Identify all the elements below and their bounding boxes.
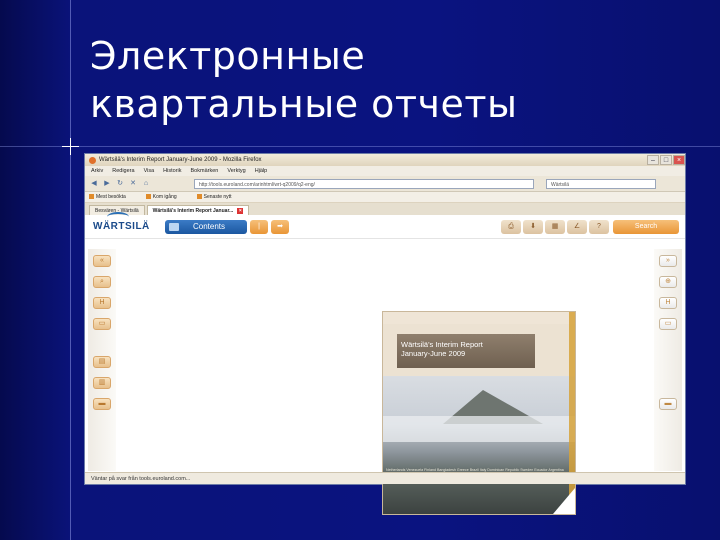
firefox-icon: [89, 156, 96, 164]
forward-arrow-icon[interactable]: ▶: [102, 179, 112, 189]
slide-title-line-2: квартальные отчеты: [90, 82, 518, 126]
zoom-icon[interactable]: ⌕: [93, 276, 111, 288]
page-number-button[interactable]: |: [250, 219, 268, 234]
comment-right-icon[interactable]: ▭: [659, 318, 677, 330]
bookmark-icon: [145, 194, 151, 200]
left-sidebar: « ⌕ H ▭ ▤ ▥ ▬: [88, 249, 116, 471]
menu-bar: Arkiv Redigera Visa Historik Bokmärken V…: [85, 166, 685, 176]
tab-close-icon[interactable]: ×: [237, 208, 244, 214]
fit-width-icon[interactable]: H: [659, 297, 677, 309]
comment-icon[interactable]: ▭: [93, 318, 111, 330]
zoom-in-icon[interactable]: ⊕: [659, 276, 677, 288]
stop-icon[interactable]: ✕: [128, 179, 138, 189]
bookmark-item[interactable]: Senaste nytt: [196, 194, 242, 200]
menu-visa[interactable]: Visa: [144, 168, 155, 174]
minimize-button[interactable]: –: [647, 155, 659, 165]
search-input[interactable]: Wärtsilä: [546, 178, 656, 189]
download-icon[interactable]: ⬇: [523, 219, 543, 234]
last-page-icon[interactable]: »: [659, 255, 677, 267]
chart-icon[interactable]: ∠: [567, 219, 587, 234]
tab-interim-report[interactable]: Wärtsilä's Interim Report Januar... ×: [146, 205, 250, 215]
navigation-toolbar: ◀ ▶ ↻ ✕ ⌂ http://tools.euroland.com/arin…: [85, 176, 685, 192]
browser-window: Wärtsilä's Interim Report January-June 2…: [84, 153, 686, 515]
report-cover-page[interactable]: Wärtsilä's Interim Report January-June 2…: [382, 311, 576, 515]
window-controls: – □ ×: [646, 155, 685, 165]
window-title: Wärtsilä's Interim Report January-June 2…: [99, 157, 262, 163]
viewer-toolbar: WÄRTSILÄ Contents | ➡ ⎙ ⬇ ▦ ∠ ? Search: [85, 212, 685, 239]
bookmark-item[interactable]: Mest besökta: [89, 194, 136, 200]
viewer-tools: ⎙ ⬇ ▦ ∠ ? Search: [499, 219, 679, 234]
slide-title: Электронные квартальные отчеты: [90, 32, 518, 128]
bookmarks-toolbar: Mest besökta Kom igång Senaste nytt: [85, 192, 685, 203]
reload-icon[interactable]: ↻: [115, 179, 125, 189]
decor-sparkle-icon: [62, 138, 79, 155]
home-icon[interactable]: ⌂: [141, 179, 151, 189]
maximize-button[interactable]: □: [660, 155, 672, 165]
menu-arkiv[interactable]: Arkiv: [91, 168, 103, 174]
back-arrow-icon[interactable]: ◀: [89, 179, 99, 189]
wartsila-logo: WÄRTSILÄ: [93, 212, 153, 232]
tab-bar: Besvären - Wärtsilä Wärtsilä's Interim R…: [85, 203, 685, 215]
cover-fog: [383, 416, 575, 442]
right-sidebar: » ⊕ H ▭ ▬: [654, 249, 682, 471]
cover-top-stripe: [383, 312, 575, 324]
menu-historik[interactable]: Historik: [163, 168, 181, 174]
thumbnails-icon[interactable]: ▤: [93, 356, 111, 368]
next-page-button[interactable]: ➡: [271, 219, 289, 234]
notes-right-icon[interactable]: ▬: [659, 398, 677, 410]
bookmark-page-icon[interactable]: ▥: [93, 377, 111, 389]
first-page-icon[interactable]: «: [93, 255, 111, 267]
close-button[interactable]: ×: [673, 155, 685, 165]
report-viewer: WÄRTSILÄ Contents | ➡ ⎙ ⬇ ▦ ∠ ? Search «…: [85, 212, 685, 515]
slide-title-line-1: Электронные: [90, 34, 366, 78]
contents-icon: [169, 222, 179, 231]
notes-icon[interactable]: ▬: [93, 398, 111, 410]
status-bar: Väntar på svar från tools.euroland.com..…: [85, 472, 685, 484]
table-icon[interactable]: ▦: [545, 219, 565, 234]
bookmark-icon: [196, 194, 202, 200]
logo-swirl-icon: [107, 212, 129, 222]
menu-hjalp[interactable]: Hjälp: [255, 168, 268, 174]
page-curl[interactable]: [553, 488, 575, 514]
bookmark-item[interactable]: Kom igång: [145, 194, 187, 200]
contents-button[interactable]: Contents: [165, 219, 247, 234]
decor-vertical-line: [70, 0, 71, 540]
bookmark-icon: [89, 194, 94, 200]
menu-bokmarken[interactable]: Bokmärken: [191, 168, 219, 174]
search-button[interactable]: Search: [613, 219, 679, 234]
cover-title: Wärtsilä's Interim Report January-June 2…: [401, 340, 483, 358]
print-icon[interactable]: ⎙: [501, 219, 521, 234]
decor-horizontal-line: [0, 146, 720, 147]
help-icon[interactable]: ?: [589, 219, 609, 234]
menu-verktyg[interactable]: Verktyg: [227, 168, 245, 174]
fit-page-icon[interactable]: H: [93, 297, 111, 309]
browser-titlebar: Wärtsilä's Interim Report January-June 2…: [85, 154, 685, 166]
menu-redigera[interactable]: Redigera: [112, 168, 134, 174]
address-bar[interactable]: http://tools.euroland.com/arinhtml/wrt-q…: [194, 178, 534, 189]
